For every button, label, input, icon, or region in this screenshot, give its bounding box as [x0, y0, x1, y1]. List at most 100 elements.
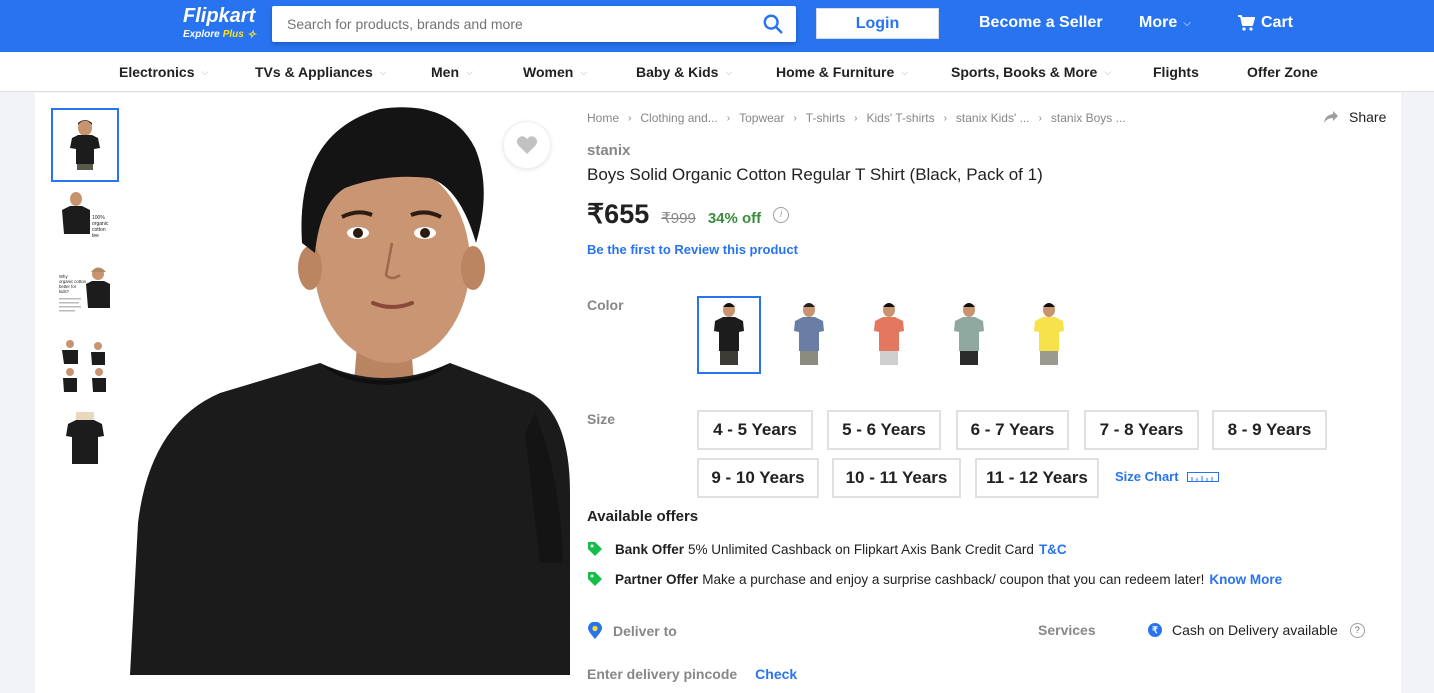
swatch-image	[1034, 303, 1064, 365]
category-offer-zone[interactable]: Offer Zone	[1247, 64, 1318, 80]
more-menu[interactable]: More ⌵	[1139, 14, 1191, 32]
size-option[interactable]: 4 - 5 Years	[697, 410, 813, 450]
size-option[interactable]: 9 - 10 Years	[697, 458, 819, 498]
category-label: Flights	[1153, 64, 1199, 80]
offer-tag-icon	[588, 542, 602, 556]
size-chart-link[interactable]: Size Chart	[1115, 469, 1219, 484]
category-label: Women	[523, 64, 574, 80]
thumbnail-1[interactable]	[51, 108, 119, 182]
thumbnail-image	[56, 116, 114, 174]
thumbnail-2[interactable]: 100% organic cotton tee	[51, 182, 119, 256]
plus-star-icon: ✧	[246, 29, 257, 41]
chevron-right-icon: ›	[854, 112, 858, 124]
main-product-image[interactable]	[130, 93, 570, 675]
check-button[interactable]: Check	[755, 666, 797, 682]
size-option[interactable]: 5 - 6 Years	[827, 410, 941, 450]
size-option[interactable]: 11 - 12 Years	[975, 458, 1099, 498]
offer-text: Make a purchase and enjoy a surprise cas…	[702, 571, 1205, 587]
breadcrumb-item[interactable]: T-shirts	[806, 111, 845, 125]
product-photo	[130, 93, 570, 675]
size-option[interactable]: 7 - 8 Years	[1084, 410, 1199, 450]
breadcrumb-item[interactable]: stanix Boys ...	[1051, 111, 1126, 125]
category-electronics[interactable]: Electronics ⌵	[119, 64, 208, 80]
chevron-down-icon: ⌵	[379, 66, 387, 77]
review-link[interactable]: Be the first to Review this product	[587, 242, 798, 257]
category-women[interactable]: Women ⌵	[523, 64, 587, 80]
logo-sub-explore: Explore	[183, 29, 220, 40]
thumbnail-4[interactable]	[51, 330, 119, 404]
breadcrumb-item[interactable]: stanix Kids' ...	[956, 111, 1030, 125]
deliver-to: Deliver to	[587, 622, 677, 640]
cod-info: ₹ Cash on Delivery available ?	[1148, 622, 1365, 638]
chevron-down-icon: ⌵	[580, 66, 588, 77]
cart-icon	[1238, 15, 1255, 31]
thumbnail-5[interactable]	[51, 404, 119, 478]
search-bar	[272, 6, 796, 42]
thumbnail-image: Why organic cotton better for kids?	[56, 264, 114, 322]
info-icon[interactable]: i	[773, 206, 790, 223]
color-swatch-yellow[interactable]	[1017, 296, 1081, 374]
services-label: Services	[1038, 622, 1096, 638]
offer-link[interactable]: T&C	[1039, 542, 1067, 557]
offers-title: Available offers	[587, 508, 699, 525]
cart-label: Cart	[1261, 14, 1294, 31]
ruler-icon	[1186, 471, 1219, 482]
search-input[interactable]	[272, 6, 742, 42]
size-option[interactable]: 8 - 9 Years	[1212, 410, 1327, 450]
color-swatch-black[interactable]	[697, 296, 761, 374]
category-label: Electronics	[119, 64, 195, 80]
thumbnail-image: 100% organic cotton tee	[56, 190, 114, 248]
chevron-right-icon: ›	[793, 112, 797, 124]
discount-label: 34% off	[707, 210, 762, 227]
color-swatch-coral[interactable]	[857, 296, 921, 374]
thumbnail-3[interactable]: Why organic cotton better for kids?	[51, 256, 119, 330]
selling-price: ₹655	[587, 199, 650, 229]
swatch-image	[714, 303, 744, 365]
breadcrumb-item[interactable]: Kids' T-shirts	[866, 111, 934, 125]
category-label: Men	[431, 64, 459, 80]
chevron-down-icon: ⌵	[901, 66, 909, 77]
category-tvs-appliances[interactable]: TVs & Appliances ⌵	[255, 64, 387, 80]
login-button[interactable]: Login	[816, 8, 939, 39]
category-flights[interactable]: Flights	[1153, 64, 1199, 80]
offer-kind: Partner Offer	[615, 571, 699, 587]
category-men[interactable]: Men ⌵	[431, 64, 473, 80]
breadcrumb-item[interactable]: Home	[587, 111, 619, 125]
chevron-right-icon: ›	[628, 112, 632, 124]
help-icon[interactable]: ?	[1349, 622, 1365, 638]
breadcrumb: Home › Clothing and... › Topwear › T-shirts…	[587, 111, 1126, 125]
share-button[interactable]: Share	[1323, 109, 1386, 125]
category-baby-kids[interactable]: Baby & Kids ⌵	[636, 64, 732, 80]
offer-tag-icon	[588, 572, 602, 586]
logo-name: Flipkart	[183, 5, 256, 27]
category-label: Baby & Kids	[636, 64, 719, 80]
become-seller-link[interactable]: Become a Seller	[979, 14, 1103, 32]
offer-text: 5% Unlimited Cashback on Flipkart Axis B…	[688, 541, 1034, 557]
thumbnail-image	[56, 412, 114, 470]
logo-sub-plus: Plus	[222, 29, 244, 40]
category-sports-books[interactable]: Sports, Books & More ⌵	[951, 64, 1111, 80]
breadcrumb-item[interactable]: Clothing and...	[640, 111, 717, 125]
heart-icon	[516, 136, 538, 154]
wishlist-button[interactable]	[503, 121, 551, 169]
breadcrumb-item[interactable]: Topwear	[739, 111, 784, 125]
offer-kind: Bank Offer	[615, 541, 685, 557]
thumb-text: kids?	[59, 289, 70, 294]
search-icon[interactable]	[762, 13, 784, 35]
category-home-furniture[interactable]: Home & Furniture ⌵	[776, 64, 908, 80]
flipkart-logo[interactable]: Flipkart Explore Plus ✧	[183, 6, 256, 41]
size-label: Size	[587, 411, 616, 427]
brand-name[interactable]: stanix	[587, 142, 630, 159]
deliver-to-label: Deliver to	[613, 623, 677, 639]
category-label: Home & Furniture	[776, 64, 895, 80]
color-swatch-blue-grey[interactable]	[777, 296, 841, 374]
share-label: Share	[1349, 109, 1387, 125]
cart-link[interactable]: Cart	[1237, 14, 1293, 32]
pincode-input[interactable]: Enter delivery pincode	[587, 666, 737, 682]
offer-item: Bank Offer 5% Unlimited Cashback on Flip…	[587, 541, 1067, 557]
chevron-down-icon: ⌵	[201, 66, 209, 77]
size-option[interactable]: 6 - 7 Years	[956, 410, 1069, 450]
offer-link[interactable]: Know More	[1209, 572, 1282, 587]
color-swatch-sage[interactable]	[937, 296, 1001, 374]
size-option[interactable]: 10 - 11 Years	[832, 458, 961, 498]
